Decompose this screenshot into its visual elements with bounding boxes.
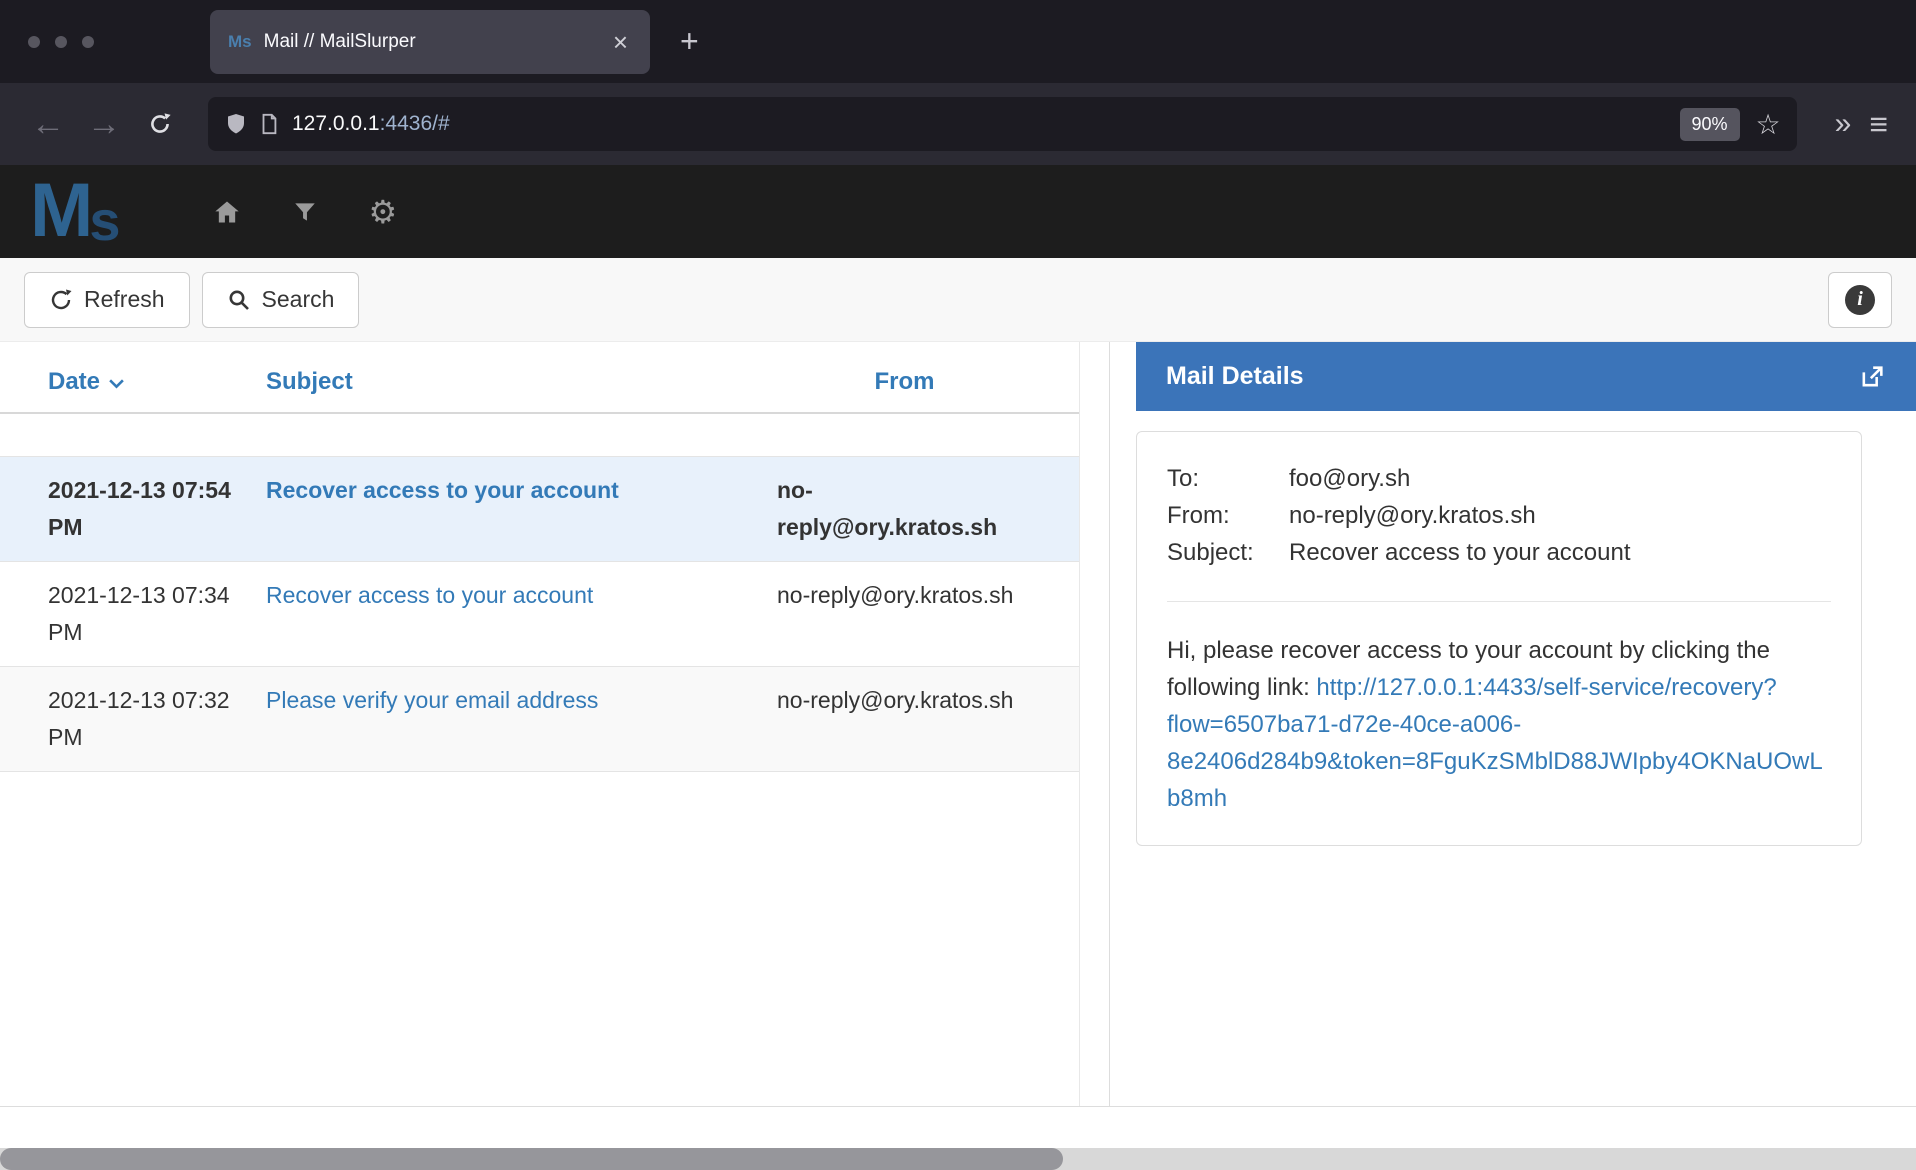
forward-icon[interactable]: →	[76, 105, 132, 144]
subject-value: Recover access to your account	[1289, 534, 1631, 571]
mailslurper-navbar: M s ⚙	[0, 165, 1916, 258]
search-button[interactable]: Search	[202, 272, 360, 328]
settings-gear-icon[interactable]: ⚙	[368, 193, 397, 231]
mail-details-title: Mail Details	[1166, 362, 1304, 391]
detail-from-row: From: no-reply@ory.kratos.sh	[1167, 497, 1831, 534]
column-header-from[interactable]: From	[777, 368, 1032, 396]
hamburger-menu-icon[interactable]: ≡	[1869, 106, 1888, 143]
to-label: To:	[1167, 460, 1289, 497]
window-control-dot[interactable]	[55, 36, 67, 48]
window-control-dot[interactable]	[28, 36, 40, 48]
horizontal-scrollbar[interactable]	[0, 1148, 1916, 1170]
window-controls	[0, 36, 94, 48]
home-icon[interactable]	[212, 198, 242, 226]
url-bar[interactable]: 127.0.0.1:4436/# 90% ☆	[208, 97, 1797, 151]
mail-details-pane: Mail Details To: foo@ory.sh From: no-rep…	[1136, 342, 1916, 1106]
mail-list-rows: 2021-12-13 07:54 PM Recover access to yo…	[0, 456, 1079, 772]
bookmark-star-icon[interactable]: ☆	[1756, 108, 1781, 141]
url-path: :4436/#	[380, 112, 450, 135]
shield-icon[interactable]	[224, 111, 248, 137]
tab-close-icon[interactable]: ×	[609, 29, 632, 55]
bottom-strip	[0, 1106, 1916, 1148]
mail-row-from: no-reply@ory.kratos.sh	[777, 682, 1032, 719]
mail-row-date: 2021-12-13 07:32 PM	[0, 682, 266, 756]
reload-icon[interactable]	[132, 111, 188, 137]
browser-tab[interactable]: Ms Mail // MailSlurper ×	[210, 10, 650, 74]
tab-title: Mail // MailSlurper	[264, 31, 609, 53]
mail-list-header-row: Date Subject From	[0, 342, 1079, 414]
zoom-level-badge[interactable]: 90%	[1680, 108, 1740, 141]
page-info-icon[interactable]	[258, 111, 280, 137]
mail-row-subject-link[interactable]: Please verify your email address	[266, 687, 598, 713]
open-external-icon[interactable]	[1858, 363, 1886, 391]
horizontal-scrollbar-thumb[interactable]	[0, 1148, 1063, 1170]
info-button[interactable]: i	[1828, 272, 1892, 328]
mailslurper-logo[interactable]: M s	[30, 179, 120, 244]
from-label: From:	[1167, 497, 1289, 534]
search-button-label: Search	[262, 286, 335, 313]
back-icon[interactable]: ←	[20, 105, 76, 144]
logo-letter-m: M	[30, 179, 93, 244]
column-header-date[interactable]: Date	[0, 368, 266, 396]
mail-row-subject-link[interactable]: Recover access to your account	[266, 582, 593, 608]
sort-descending-icon	[108, 378, 125, 389]
browser-tab-bar: Ms Mail // MailSlurper × +	[0, 0, 1916, 83]
refresh-button[interactable]: Refresh	[24, 272, 190, 328]
refresh-icon	[49, 288, 73, 312]
url-text[interactable]: 127.0.0.1:4436/#	[292, 112, 450, 136]
main-content: Date Subject From 2021-12-13 07:54 PM Re…	[0, 342, 1916, 1106]
mail-row-date: 2021-12-13 07:34 PM	[0, 577, 266, 651]
to-value: foo@ory.sh	[1289, 460, 1410, 497]
card-divider	[1167, 601, 1831, 602]
mail-row-subject-link[interactable]: Recover access to your account	[266, 477, 619, 503]
mail-list-pane: Date Subject From 2021-12-13 07:54 PM Re…	[0, 342, 1110, 1106]
mail-details-header: Mail Details	[1136, 342, 1916, 411]
url-host: 127.0.0.1	[292, 112, 380, 135]
logo-letter-s: s	[89, 199, 120, 244]
mail-row-selected[interactable]: 2021-12-13 07:54 PM Recover access to yo…	[0, 457, 1079, 562]
refresh-button-label: Refresh	[84, 286, 165, 313]
mail-row-date: 2021-12-13 07:54 PM	[0, 472, 266, 546]
detail-to-row: To: foo@ory.sh	[1167, 460, 1831, 497]
tab-favicon-icon: Ms	[228, 32, 252, 52]
mail-details-card: To: foo@ory.sh From: no-reply@ory.kratos…	[1136, 431, 1862, 846]
from-value: no-reply@ory.kratos.sh	[1289, 497, 1536, 534]
window-control-dot[interactable]	[82, 36, 94, 48]
mail-row[interactable]: 2021-12-13 07:34 PM Recover access to yo…	[0, 562, 1079, 667]
mail-row[interactable]: 2021-12-13 07:32 PM Please verify your e…	[0, 667, 1079, 772]
filter-icon[interactable]	[292, 199, 318, 225]
mail-row-from: no-reply@ory.kratos.sh	[777, 577, 1032, 614]
info-icon: i	[1845, 285, 1875, 315]
subject-label: Subject:	[1167, 534, 1289, 571]
search-icon	[227, 288, 251, 312]
column-header-subject[interactable]: Subject	[266, 368, 777, 396]
mail-row-from: no-reply@ory.kratos.sh	[777, 472, 1032, 546]
mail-body: Hi, please recover access to your accoun…	[1167, 632, 1831, 817]
app-toolbar: Refresh Search i	[0, 258, 1916, 342]
browser-toolbar: ← → 127.0.0.1:4436/# 90% ☆ » ≡	[0, 83, 1916, 165]
toolbar-overflow-icon[interactable]: »	[1835, 107, 1852, 141]
detail-subject-row: Subject: Recover access to your account	[1167, 534, 1831, 571]
new-tab-button[interactable]: +	[680, 23, 699, 60]
